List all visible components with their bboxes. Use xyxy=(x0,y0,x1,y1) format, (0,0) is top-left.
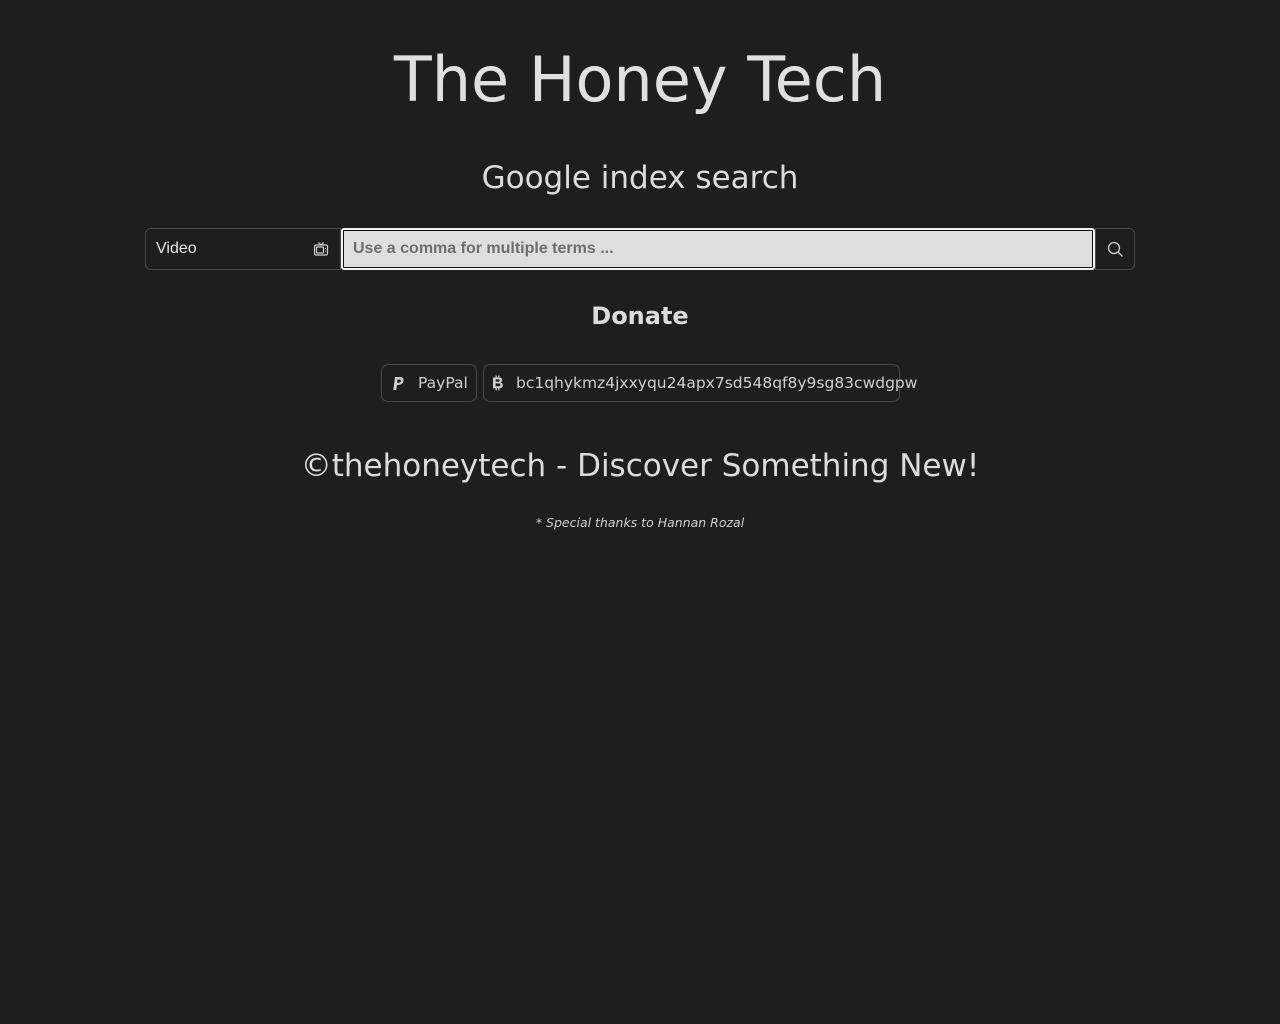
page: The Honey Tech Google index search Video xyxy=(0,0,1280,1024)
donate-heading: Donate xyxy=(591,302,689,330)
search-type-value: Video xyxy=(156,240,197,257)
paypal-label: PayPal xyxy=(418,374,468,392)
footer-copyright: ©thehoneytech - Discover Something New! xyxy=(300,448,980,484)
paypal-icon xyxy=(390,375,406,391)
search-icon xyxy=(1107,241,1123,257)
site-title: The Honey Tech xyxy=(393,43,887,116)
paypal-button[interactable]: PayPal xyxy=(381,364,477,402)
footer-thanks: * Special thanks to Hannan Rozal xyxy=(535,515,745,530)
bitcoin-address-button[interactable]: bc1qhykmz4jxxyqu24apx7sd548qf8y9sg83cwdg… xyxy=(483,364,917,402)
search-input[interactable] xyxy=(341,228,1095,270)
search-bar: Video xyxy=(145,228,1135,270)
donate-options: PayPal bc1qhykmz4jxxyqu24apx7sd548qf8y9s… xyxy=(381,364,917,402)
bitcoin-icon xyxy=(492,375,504,391)
bitcoin-address: bc1qhykmz4jxxyqu24apx7sd548qf8y9sg83cwdg… xyxy=(516,374,918,392)
tv-icon xyxy=(312,240,330,258)
search-type-select[interactable]: Video xyxy=(145,228,341,270)
search-button[interactable] xyxy=(1095,228,1135,270)
page-subtitle: Google index search xyxy=(481,160,799,196)
